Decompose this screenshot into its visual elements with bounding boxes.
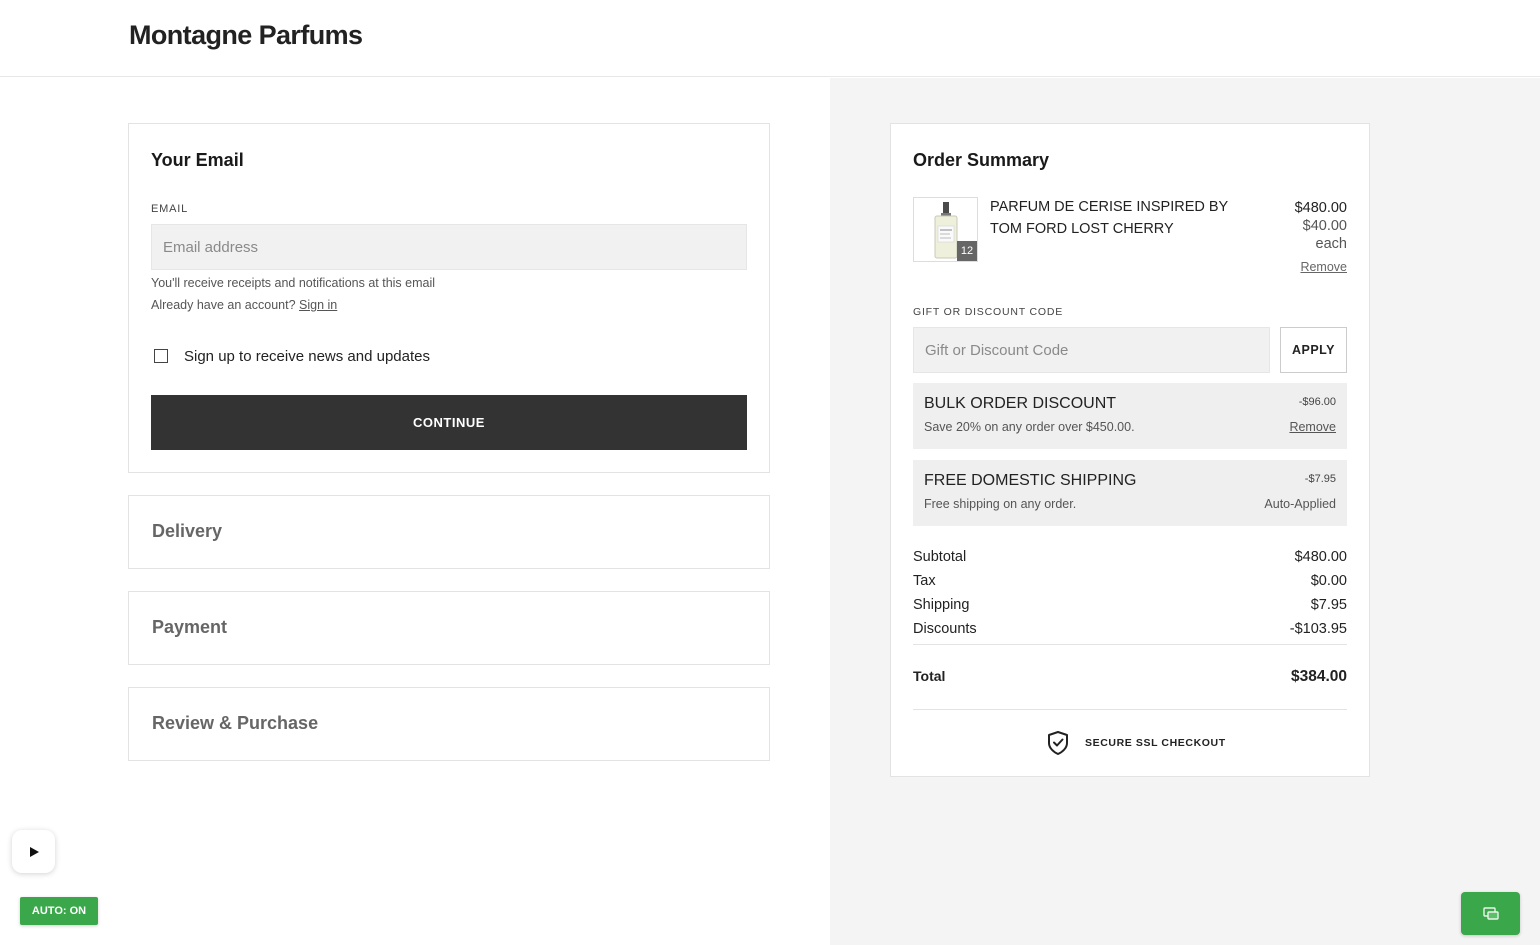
play-icon xyxy=(29,846,39,857)
step-delivery[interactable]: Delivery xyxy=(128,495,770,569)
chat-icon xyxy=(1482,906,1499,920)
step-delivery-title: Delivery xyxy=(152,521,223,541)
sign-in-link[interactable]: Sign in xyxy=(299,298,337,312)
subtotal-value: $480.00 xyxy=(1294,549,1347,565)
continue-button[interactable]: CONTINUE xyxy=(151,395,747,450)
newsletter-checkbox[interactable] xyxy=(154,349,168,363)
newsletter-label[interactable]: Sign up to receive news and updates xyxy=(184,348,430,365)
discount-title: BULK ORDER DISCOUNT xyxy=(924,395,1117,412)
product-total-price: $480.00 xyxy=(1294,200,1347,216)
summary-divider xyxy=(913,644,1347,645)
discount-description: Save 20% on any order over $450.00. xyxy=(924,420,1135,434)
secure-checkout: SECURE SSL CHECKOUT xyxy=(1046,730,1226,756)
shipping-row: Shipping $7.95 xyxy=(913,597,1347,613)
account-prompt: Already have an account? Sign in xyxy=(151,298,337,312)
step-payment-title: Payment xyxy=(152,617,228,637)
discount-description: Free shipping on any order. xyxy=(924,497,1077,511)
discount-code-input[interactable] xyxy=(913,327,1270,373)
chat-button[interactable] xyxy=(1461,892,1520,935)
discount-amount: -$96.00 xyxy=(1298,396,1336,408)
site-header: Montagne Parfums xyxy=(0,0,1540,77)
discounts-value: -$103.95 xyxy=(1289,621,1347,637)
discounts-row: Discounts -$103.95 xyxy=(913,621,1347,637)
play-button[interactable] xyxy=(12,830,55,873)
auto-toggle[interactable]: AUTO: ON xyxy=(20,897,98,925)
remove-discount-link[interactable]: Remove xyxy=(1289,420,1336,434)
product-price-group: $480.00 $40.00 each Remove xyxy=(1295,199,1347,276)
discount-bulk-order: BULK ORDER DISCOUNT Save 20% on any orde… xyxy=(913,383,1347,449)
step-review[interactable]: Review & Purchase xyxy=(128,687,770,761)
email-label: EMAIL xyxy=(151,203,189,215)
shipping-label: Shipping xyxy=(913,597,970,613)
remove-item-link[interactable]: Remove xyxy=(1300,260,1347,274)
order-summary-title: Order Summary xyxy=(913,150,1050,170)
subtotal-row: Subtotal $480.00 xyxy=(913,549,1347,565)
product-name: PARFUM DE CERISE INSPIRED BY TOM FORD LO… xyxy=(990,199,1228,237)
total-row: Total $384.00 xyxy=(913,668,1347,685)
total-value: $384.00 xyxy=(1290,668,1347,685)
discount-title: FREE DOMESTIC SHIPPING xyxy=(924,472,1137,489)
shipping-value: $7.95 xyxy=(1310,597,1347,613)
account-prompt-text: Already have an account? xyxy=(151,298,296,312)
brand-name[interactable]: Montagne Parfums xyxy=(129,20,363,51)
product-unit-price: $40.00 xyxy=(1302,218,1347,234)
product-unit-label: each xyxy=(1315,236,1347,252)
email-section-title: Your Email xyxy=(151,150,244,170)
step-payment[interactable]: Payment xyxy=(128,591,770,665)
step-review-title: Review & Purchase xyxy=(152,713,319,733)
email-section: Your Email EMAIL You'll receive receipts… xyxy=(128,123,770,473)
email-hint: You'll receive receipts and notification… xyxy=(151,276,436,290)
summary-divider xyxy=(913,709,1347,710)
discount-status: Auto-Applied xyxy=(1264,497,1336,511)
email-input[interactable] xyxy=(151,224,747,270)
product-thumbnail: 12 xyxy=(913,197,978,262)
secure-checkout-label: SECURE SSL CHECKOUT xyxy=(1085,737,1226,749)
subtotal-label: Subtotal xyxy=(913,549,967,565)
discount-code-label: GIFT OR DISCOUNT CODE xyxy=(913,306,1064,318)
discount-amount: -$7.95 xyxy=(1304,473,1336,485)
total-label: Total xyxy=(913,668,946,684)
quantity-badge: 12 xyxy=(957,241,977,261)
shield-check-icon xyxy=(1048,731,1068,755)
tax-value: $0.00 xyxy=(1310,573,1347,589)
discount-free-shipping: FREE DOMESTIC SHIPPING Free shipping on … xyxy=(913,460,1347,526)
tax-label: Tax xyxy=(913,573,936,589)
discounts-label: Discounts xyxy=(913,621,977,637)
apply-button[interactable]: APPLY xyxy=(1280,327,1347,373)
tax-row: Tax $0.00 xyxy=(913,573,1347,589)
order-summary: Order Summary 12 PARFUM DE CERISE INSPIR… xyxy=(890,123,1370,777)
